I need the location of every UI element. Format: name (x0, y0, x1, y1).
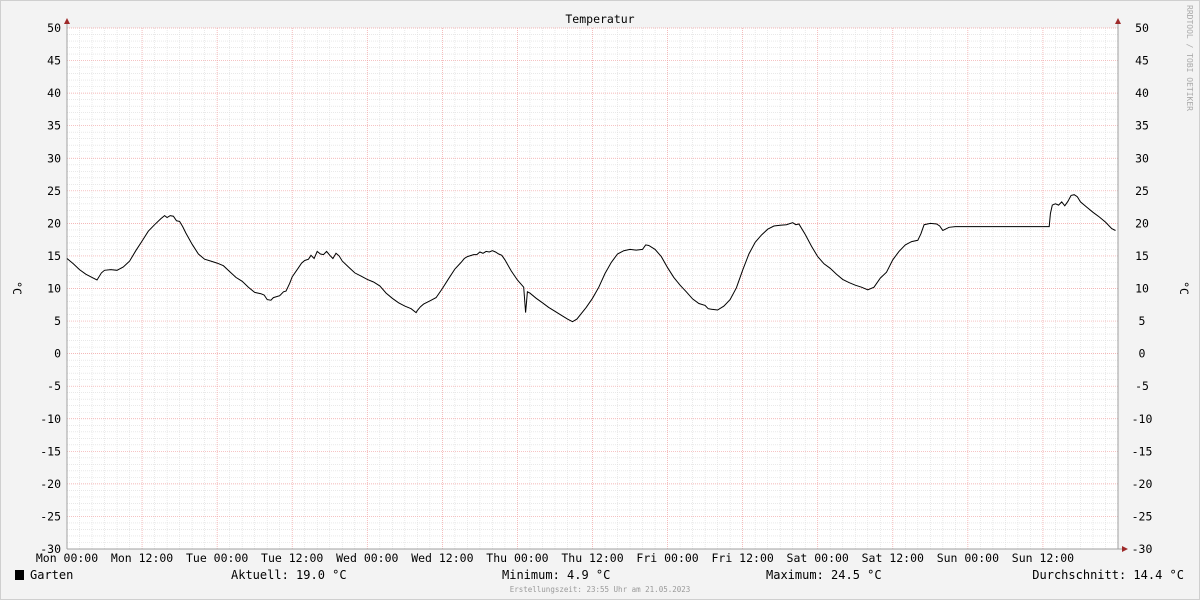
y-tick-label-right: -30 (1132, 542, 1153, 556)
y-tick-label-right: 10 (1135, 282, 1149, 296)
y-tick-label-right: 50 (1135, 21, 1149, 35)
legend-swatch (15, 570, 24, 580)
x-tick-label: Mon 12:00 (111, 551, 173, 565)
y-tick-label-right: -10 (1132, 412, 1153, 426)
y-tick-label-left: -5 (47, 379, 61, 393)
y-tick-label-right: -25 (1132, 509, 1153, 523)
y-tick-label-left: 45 (47, 54, 61, 68)
y-tick-label-right: 45 (1135, 54, 1149, 68)
stat-average: Durchschnitt: 14.4 °C (1032, 568, 1184, 582)
y-tick-label-right: -15 (1132, 444, 1153, 458)
y-tick-label-left: -25 (40, 509, 61, 523)
y-tick-label-right: -20 (1132, 477, 1153, 491)
x-tick-label: Wed 12:00 (411, 551, 473, 565)
x-tick-label: Sat 12:00 (862, 551, 924, 565)
y-tick-label-left: 10 (47, 282, 61, 296)
x-tick-label: Wed 00:00 (336, 551, 398, 565)
y-tick-label-left: 25 (47, 184, 61, 198)
y-axis-label-left: °C (10, 281, 24, 295)
x-tick-label: Thu 12:00 (561, 551, 623, 565)
chart-title: Temperatur (565, 12, 634, 26)
y-tick-label-left: -15 (40, 444, 61, 458)
x-tick-label: Mon 00:00 (36, 551, 98, 565)
x-tick-labels: Mon 00:00 Mon 12:00 Tue 00:00 Tue 12:00 Wed … (36, 551, 1074, 565)
y-axis-arrow-left (64, 18, 70, 24)
y-tick-label-right: 40 (1135, 86, 1149, 100)
y-tick-label-left: 15 (47, 249, 61, 263)
y-tick-label-right: 30 (1135, 151, 1149, 165)
x-tick-label: Thu 00:00 (486, 551, 548, 565)
x-tick-label: Sun 12:00 (1012, 551, 1074, 565)
y-tick-label-right: 20 (1135, 216, 1149, 230)
y-tick-label-left: -10 (40, 412, 61, 426)
y-tick-label-left: 5 (54, 314, 61, 328)
y-tick-label-right: 5 (1139, 314, 1146, 328)
y-axis-label-right: °C (1177, 281, 1191, 295)
stat-current: Aktuell: 19.0 °C (231, 568, 347, 582)
y-axis-arrow-right (1115, 18, 1121, 24)
y-tick-label-left: 35 (47, 119, 61, 133)
y-tick-label-right: 0 (1139, 347, 1146, 361)
x-tick-label: Sat 00:00 (787, 551, 849, 565)
y-tick-label-right: 25 (1135, 184, 1149, 198)
y-tick-label-left: 30 (47, 151, 61, 165)
y-tick-label-right: 15 (1135, 249, 1149, 263)
y-tick-label-left: -20 (40, 477, 61, 491)
y-tick-label-left: 20 (47, 216, 61, 230)
x-axis-arrow (1122, 546, 1128, 552)
y-tick-label-left: 40 (47, 86, 61, 100)
x-tick-label: Tue 12:00 (261, 551, 323, 565)
x-tick-label: Tue 00:00 (186, 551, 248, 565)
legend-label: Garten (30, 568, 73, 582)
y-tick-label-left: 0 (54, 347, 61, 361)
creation-time: Erstellungszeit: 23:55 Uhr am 21.05.2023 (510, 585, 691, 594)
stat-minimum: Minimum: 4.9 °C (502, 568, 610, 582)
y-tick-label-right: 35 (1135, 119, 1149, 133)
stat-maximum: Maximum: 24.5 °C (766, 568, 882, 582)
temperature-chart: 50 5045 4540 4035 3530 3025 2520 2015 1510 105 50 0… (10, 5, 1194, 594)
x-tick-label: Fri 12:00 (711, 551, 773, 565)
x-tick-label: Fri 00:00 (636, 551, 698, 565)
y-tick-label-left: 50 (47, 21, 61, 35)
watermark-text: RRDTOOL / TOBI OETIKER (1185, 5, 1194, 111)
x-tick-label: Sun 00:00 (937, 551, 999, 565)
y-tick-label-right: -5 (1135, 379, 1149, 393)
